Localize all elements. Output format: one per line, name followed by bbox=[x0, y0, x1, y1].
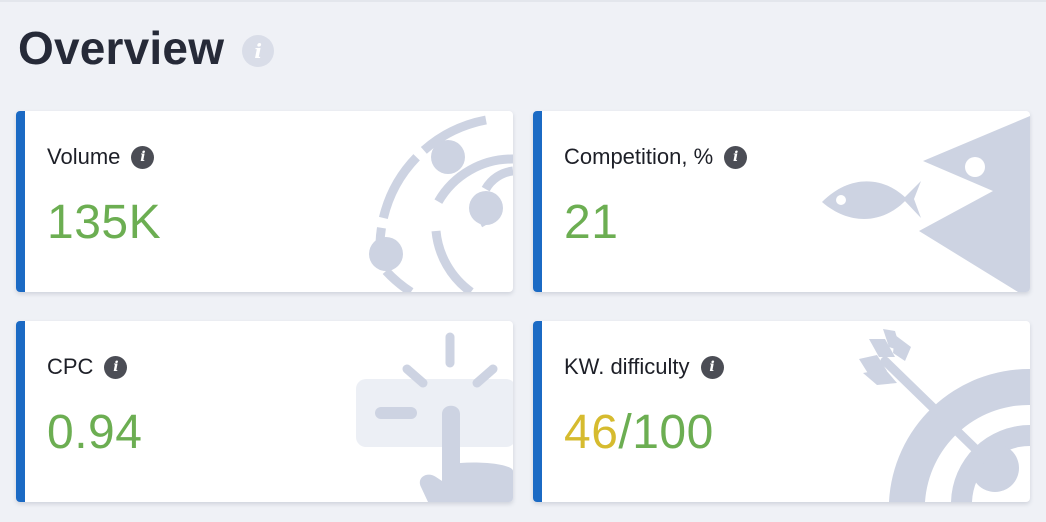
kw-difficulty-label: KW. difficulty bbox=[564, 354, 690, 379]
kw-difficulty-value: 46/100 bbox=[564, 409, 714, 457]
volume-label: Volume bbox=[47, 144, 121, 169]
info-icon[interactable]: i bbox=[131, 145, 155, 169]
volume-label-row: Volume i bbox=[47, 144, 155, 170]
competition-label-row: Competition, % i bbox=[564, 144, 748, 170]
kw-difficulty-score: 46 bbox=[564, 406, 619, 459]
card-accent-bar bbox=[533, 321, 542, 502]
volume-card: Volume i 135K bbox=[16, 111, 513, 292]
info-icon[interactable]: i bbox=[242, 35, 275, 67]
page-title: Overview bbox=[18, 22, 225, 74]
card-accent-bar bbox=[16, 321, 25, 502]
kw-difficulty-card: KW. difficulty i 46/100 bbox=[533, 321, 1030, 502]
competition-value: 21 bbox=[564, 196, 619, 249]
kw-difficulty-max: /100 bbox=[618, 406, 714, 459]
top-divider bbox=[0, 0, 1046, 2]
cpc-card: CPC i 0.94 bbox=[16, 321, 513, 502]
card-accent-bar bbox=[16, 111, 25, 292]
competition-label: Competition, % bbox=[564, 144, 714, 169]
info-icon[interactable]: i bbox=[104, 355, 128, 379]
cpc-label: CPC bbox=[47, 354, 94, 379]
card-accent-bar bbox=[533, 111, 542, 292]
kw-difficulty-label-row: KW. difficulty i bbox=[564, 354, 724, 380]
info-icon[interactable]: i bbox=[700, 355, 724, 379]
volume-value: 135K bbox=[47, 196, 162, 249]
cpc-value: 0.94 bbox=[47, 406, 143, 459]
cpc-label-row: CPC i bbox=[47, 354, 128, 380]
overview-header: Overview i bbox=[18, 18, 275, 78]
info-icon[interactable]: i bbox=[724, 145, 748, 169]
competition-card: Competition, % i 21 bbox=[533, 111, 1030, 292]
